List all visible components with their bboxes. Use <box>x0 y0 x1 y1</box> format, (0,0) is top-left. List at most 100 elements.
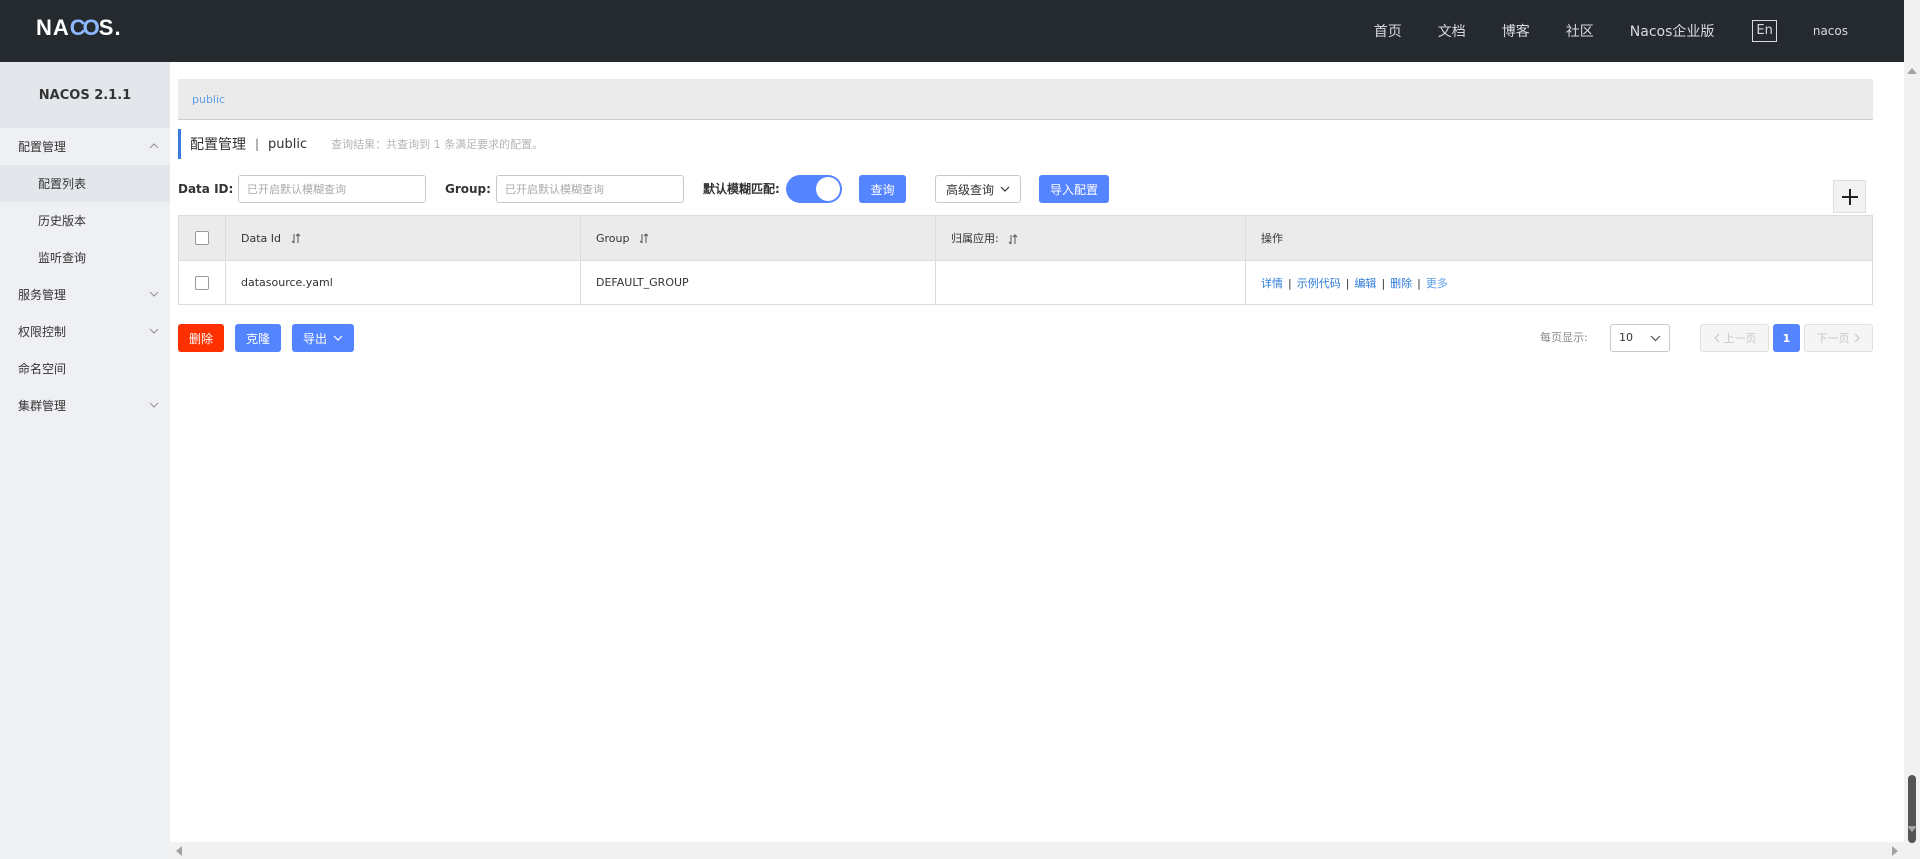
nav-blog-link[interactable]: 博客 <box>1502 21 1530 41</box>
chevron-down-icon <box>149 291 159 297</box>
table-header-row: Data Id Group 归属应用: 操作 <box>178 215 1873 261</box>
detail-link[interactable]: 详情 <box>1261 277 1283 290</box>
horizontal-scrollbar[interactable] <box>170 842 1904 859</box>
sidebar: NACOS 2.1.1 配置管理 配置列表 历史版本 监听查询 服务管理 权限控… <box>0 62 170 859</box>
advanced-search-button[interactable]: 高级查询 <box>935 175 1021 203</box>
group-input[interactable] <box>496 175 684 203</box>
chevron-right-icon <box>1854 333 1860 343</box>
username-label[interactable]: nacos <box>1813 24 1848 38</box>
sort-icon[interactable] <box>1008 233 1018 245</box>
sidebar-item-label: 配置管理 <box>18 140 67 154</box>
page-title: 配置管理 | public 查询结果：共查询到 1 条满足要求的配置。 <box>178 129 543 159</box>
action-separator: | <box>1381 276 1386 290</box>
data-id-label: Data ID: <box>178 182 234 196</box>
select-all-cell <box>178 215 226 261</box>
page-size-label: 每页显示: <box>1540 331 1588 344</box>
sidebar-item-service-management[interactable]: 服务管理 <box>0 276 170 313</box>
sidebar-item-history[interactable]: 历史版本 <box>0 202 170 239</box>
sample-code-link[interactable]: 示例代码 <box>1297 277 1341 290</box>
sidebar-item-namespace[interactable]: 命名空间 <box>0 350 170 387</box>
sort-icon[interactable] <box>291 233 301 244</box>
fuzzy-match-label: 默认模糊匹配: <box>703 182 780 196</box>
sort-icon[interactable] <box>639 233 649 244</box>
title-separator: | <box>255 137 260 151</box>
filter-bar: Data ID: Group: 默认模糊匹配: 查询 高级查询 导入配置 <box>178 175 1878 205</box>
logo-text-prefix: NA <box>36 15 70 40</box>
chevron-down-icon <box>1000 186 1010 192</box>
nav-home-link[interactable]: 首页 <box>1374 21 1402 41</box>
export-button[interactable]: 导出 <box>292 324 354 352</box>
sidebar-item-access-control[interactable]: 权限控制 <box>0 313 170 350</box>
add-config-button[interactable] <box>1833 180 1866 213</box>
version-label: NACOS 2.1.1 <box>0 62 170 128</box>
breadcrumb: public <box>178 79 1873 120</box>
scroll-left-icon[interactable] <box>176 846 182 856</box>
export-button-label: 导出 <box>302 331 327 346</box>
table-row: datasource.yaml DEFAULT_GROUP 详情 | 示例代码 | 编辑… <box>178 260 1873 305</box>
more-link[interactable]: 更多 <box>1426 277 1448 290</box>
scrollbar-thumb[interactable] <box>1908 775 1916 843</box>
sidebar-item-config-management[interactable]: 配置管理 <box>0 128 170 165</box>
sidebar-item-label: 监听查询 <box>38 251 87 265</box>
chevron-down-icon <box>149 328 159 334</box>
fuzzy-match-toggle[interactable] <box>786 175 842 203</box>
toggle-knob <box>816 177 840 201</box>
next-page-label: 下一页 <box>1816 332 1850 345</box>
vertical-scrollbar[interactable] <box>1904 0 1920 859</box>
scroll-up-icon[interactable] <box>1907 68 1917 74</box>
cell-group: DEFAULT_GROUP <box>580 260 936 305</box>
chevron-down-icon <box>149 402 159 408</box>
scroll-down-icon[interactable] <box>1907 826 1917 832</box>
top-navbar: NACOS. 首页 文档 博客 社区 Nacos企业版 En nacos <box>0 0 1904 62</box>
header-app: 归属应用: <box>935 215 1246 261</box>
next-page-button[interactable]: 下一页 <box>1804 324 1873 352</box>
sidebar-item-label: 权限控制 <box>18 325 67 339</box>
data-id-input[interactable] <box>238 175 426 203</box>
sidebar-item-cluster-management[interactable]: 集群管理 <box>0 387 170 424</box>
page-size-value: 10 <box>1619 331 1633 344</box>
action-separator: | <box>1417 276 1421 290</box>
prev-page-button[interactable]: 上一页 <box>1700 324 1769 352</box>
config-table: Data Id Group 归属应用: 操作 datasource.yaml D… <box>178 215 1873 305</box>
nav-enterprise-link[interactable]: Nacos企业版 <box>1630 21 1715 41</box>
select-all-checkbox[interactable] <box>195 231 209 245</box>
search-button[interactable]: 查询 <box>859 175 906 203</box>
prev-page-label: 上一页 <box>1723 332 1757 345</box>
page-size-select[interactable]: 10 <box>1610 324 1670 352</box>
logo-text-middle: CO <box>69 15 100 40</box>
header-data-id: Data Id <box>225 215 581 261</box>
header-actions: 操作 <box>1245 215 1873 261</box>
header-group-label: Group <box>596 231 630 245</box>
table-footer: 删除 克隆 导出 每页显示: 10 上一页 1 下一页 <box>178 324 1873 352</box>
action-separator: | <box>1345 276 1350 290</box>
action-separator: | <box>1288 276 1292 290</box>
clone-button[interactable]: 克隆 <box>235 324 281 352</box>
nav-docs-link[interactable]: 文档 <box>1438 21 1466 41</box>
sidebar-item-listener-query[interactable]: 监听查询 <box>0 239 170 276</box>
header-data-id-label: Data Id <box>241 231 281 245</box>
advanced-search-label: 高级查询 <box>945 182 994 197</box>
sidebar-item-config-list[interactable]: 配置列表 <box>0 165 170 202</box>
cell-app <box>935 260 1246 305</box>
page-number-current[interactable]: 1 <box>1773 324 1800 352</box>
breadcrumb-namespace[interactable]: public <box>192 93 225 106</box>
nacos-logo[interactable]: NACOS. <box>36 15 122 41</box>
scroll-right-icon[interactable] <box>1892 846 1898 856</box>
chevron-left-icon <box>1713 333 1719 343</box>
page-title-namespace: public <box>268 136 308 152</box>
sidebar-item-label: 配置列表 <box>38 177 87 191</box>
sidebar-item-label: 命名空间 <box>18 362 67 376</box>
language-toggle-button[interactable]: En <box>1752 20 1777 42</box>
sidebar-item-label: 历史版本 <box>38 214 87 228</box>
header-actions-label: 操作 <box>1261 232 1283 245</box>
nav-community-link[interactable]: 社区 <box>1566 21 1594 41</box>
batch-delete-button[interactable]: 删除 <box>178 324 224 352</box>
row-checkbox[interactable] <box>195 275 209 290</box>
import-config-button[interactable]: 导入配置 <box>1039 175 1109 203</box>
main-content: public 配置管理 | public 查询结果：共查询到 1 条满足要求的配… <box>170 62 1904 842</box>
edit-link[interactable]: 编辑 <box>1354 277 1376 290</box>
delete-link[interactable]: 删除 <box>1390 277 1412 290</box>
chevron-down-icon <box>333 335 343 341</box>
header-app-label: 归属应用: <box>951 232 999 245</box>
cell-data-id: datasource.yaml <box>225 260 581 305</box>
